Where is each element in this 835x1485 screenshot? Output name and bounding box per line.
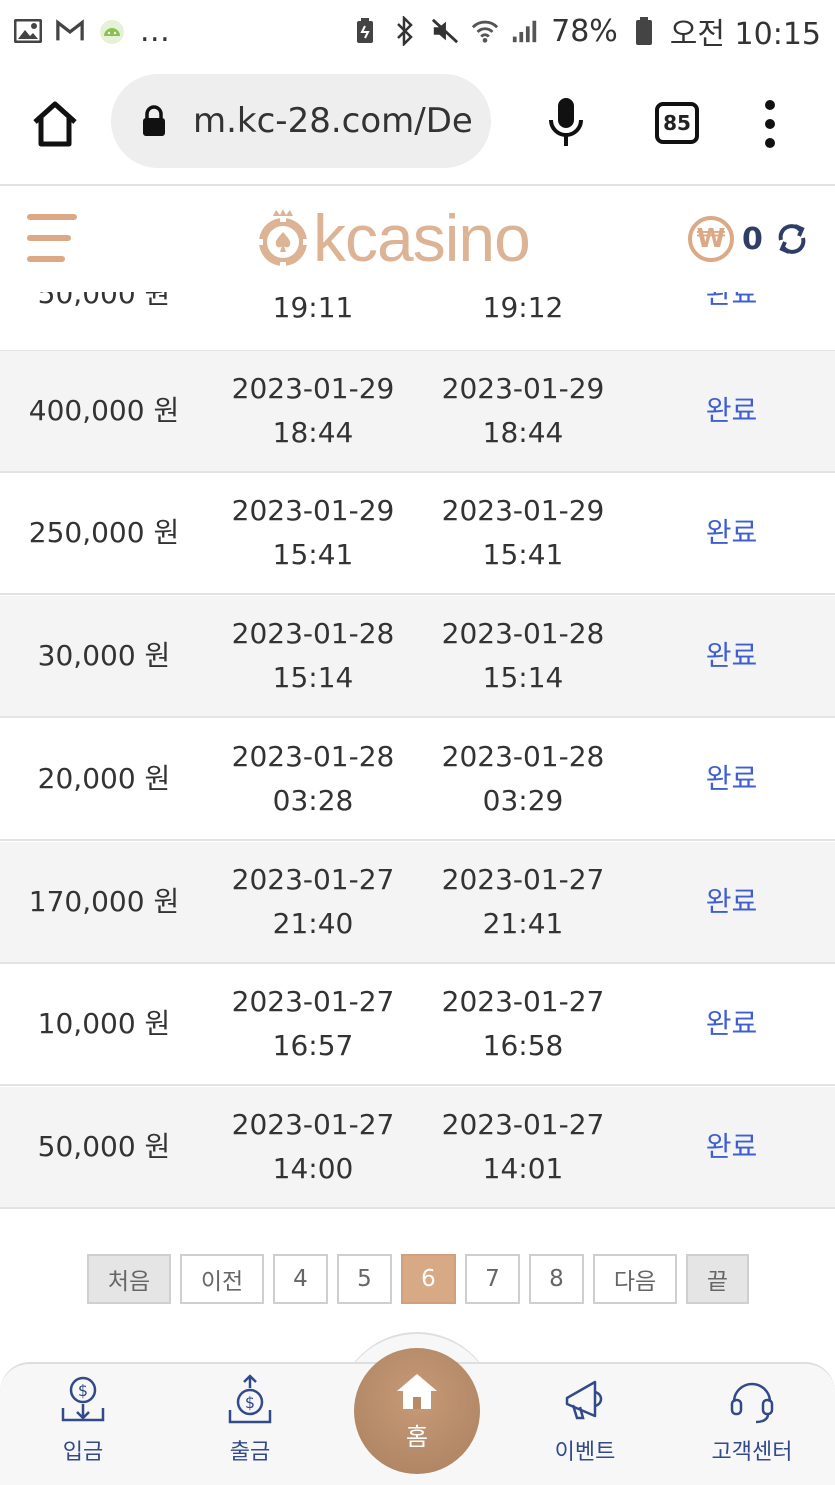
table-row: 10,000 원 2023-01-27 16:57 2023-01-27 16:58… (0, 964, 835, 1086)
status-bar: ... 78% 오전 10:15 (0, 0, 835, 62)
page-6-button[interactable]: 6 (401, 1254, 456, 1304)
url-text: m.kc-28.com/De (193, 101, 473, 141)
processed-time-cell: 2023-01-28 15:14 (441, 617, 605, 694)
svg-text:$: $ (78, 1381, 88, 1400)
nav-event-label: 이벤트 (554, 1440, 616, 1465)
mute-icon (431, 18, 459, 44)
tab-switcher-button[interactable]: 85 (655, 102, 699, 144)
processed-time-cell: 2023-01-27 21:41 (441, 863, 605, 940)
requested-time-cell: 2023-01-27 14:00 (231, 1108, 395, 1185)
page-8-button[interactable]: 8 (529, 1254, 584, 1304)
table-row: 50,000 원 2023-01-27 14:00 2023-01-27 14:01… (0, 1087, 835, 1209)
won-icon: ₩ (688, 216, 734, 262)
headset-icon (730, 1382, 774, 1424)
page-4-button[interactable]: 4 (273, 1254, 328, 1304)
page-first-button[interactable]: 처음 (87, 1254, 171, 1304)
status-cell: 완료 (705, 394, 758, 427)
browser-home-icon[interactable] (30, 100, 80, 148)
gallery-icon (14, 18, 42, 44)
table-row: 250,000 원 2023-01-29 15:41 2023-01-29 15:4… (0, 473, 835, 595)
amount-cell: 170,000 원 (28, 885, 180, 918)
processed-time-cell: 2023-01-29 15:41 (441, 494, 605, 571)
requested-time-cell: 2023-01-28 03:28 (231, 740, 395, 817)
signal-icon (511, 18, 539, 44)
clock: 오전 10:15 (669, 17, 821, 52)
deposit-icon: $ (61, 1376, 105, 1422)
pagination: 처음 이전 4 5 6 7 8 다음 끝 (87, 1254, 749, 1304)
android-icon (98, 18, 126, 44)
requested-time-cell: 2023-01-27 16:57 (231, 985, 395, 1062)
more-notifications: ... (140, 13, 171, 49)
hamburger-menu-icon[interactable] (27, 214, 79, 262)
megaphone-icon (565, 1380, 603, 1420)
refresh-icon[interactable] (773, 220, 811, 258)
amount-cell: 400,000 원 (28, 394, 180, 427)
status-cell: 완료 (705, 1130, 758, 1163)
microphone-icon[interactable] (546, 96, 586, 150)
casino-chip-logo-icon (257, 209, 309, 267)
home-icon (397, 1373, 437, 1409)
requested-time-cell: 2023-01-29 15:41 (231, 494, 395, 571)
requested-time-cell: 2023-01-28 15:14 (231, 617, 395, 694)
nav-withdraw[interactable]: $ 출금 (190, 1374, 310, 1466)
site-header: kcasino ₩ 0 (0, 188, 835, 292)
page-prev-button[interactable]: 이전 (180, 1254, 264, 1304)
battery-icon (630, 17, 658, 45)
amount-cell: 250,000 원 (28, 516, 180, 549)
bluetooth-icon (391, 16, 419, 46)
browser-toolbar: m.kc-28.com/De 85 (0, 62, 835, 186)
battery-saver-icon (351, 18, 379, 44)
page-7-button[interactable]: 7 (465, 1254, 520, 1304)
nav-deposit[interactable]: $ 입금 (23, 1374, 143, 1466)
status-cell: 완료 (705, 639, 758, 672)
status-cell: 완료 (705, 1007, 758, 1040)
processed-time-cell: 2023-01-28 03:29 (441, 740, 605, 817)
page-5-button[interactable]: 5 (337, 1254, 392, 1304)
battery-percent: 78% (551, 13, 618, 49)
processed-time-cell: 2023-01-27 16:58 (441, 985, 605, 1062)
amount-cell: 20,000 원 (37, 762, 171, 795)
lock-icon (141, 105, 167, 137)
balance-value: 0 (742, 221, 763, 257)
wifi-icon (471, 18, 499, 44)
balance-display: ₩ 0 (688, 216, 811, 262)
nav-support-label: 고객센터 (711, 1440, 793, 1465)
amount-cell: 50,000 원 (37, 1130, 171, 1163)
requested-time-cell: 2023-01-29 18:44 (231, 372, 395, 449)
nav-deposit-label: 입금 (62, 1440, 104, 1465)
nav-event[interactable]: 이벤트 (525, 1374, 645, 1466)
logo-wordmark: kcasino (313, 201, 531, 275)
gmail-icon (56, 18, 84, 44)
page-next-button[interactable]: 다음 (593, 1254, 677, 1304)
svg-text:$: $ (245, 1393, 255, 1412)
address-bar[interactable]: m.kc-28.com/De (111, 74, 491, 168)
nav-support[interactable]: 고객센터 (692, 1374, 812, 1466)
requested-time-cell: 2023-01-27 21:40 (231, 863, 395, 940)
nav-home-label: 홈 (405, 1422, 429, 1451)
withdraw-icon: $ (228, 1374, 272, 1424)
table-row: 30,000 원 2023-01-28 15:14 2023-01-28 15:14… (0, 596, 835, 718)
table-row: 400,000 원 2023-01-29 18:44 2023-01-29 18:4… (0, 351, 835, 473)
amount-cell: 30,000 원 (37, 639, 171, 672)
nav-home-button[interactable]: 홈 (354, 1348, 480, 1474)
browser-menu-icon[interactable] (762, 100, 778, 148)
site-logo[interactable]: kcasino (255, 201, 540, 275)
status-cell: 완료 (705, 762, 758, 795)
status-cell: 완료 (705, 516, 758, 549)
processed-time-cell: 2023-01-29 18:44 (441, 372, 605, 449)
table-row: 20,000 원 2023-01-28 03:28 2023-01-28 03:29… (0, 719, 835, 841)
table-row: 170,000 원 2023-01-27 21:40 2023-01-27 21:4… (0, 842, 835, 964)
amount-cell: 10,000 원 (37, 1007, 171, 1040)
nav-withdraw-label: 출금 (229, 1440, 271, 1465)
page-last-button[interactable]: 끝 (686, 1254, 749, 1304)
status-cell: 완료 (705, 885, 758, 918)
processed-time-cell: 2023-01-27 14:01 (441, 1108, 605, 1185)
